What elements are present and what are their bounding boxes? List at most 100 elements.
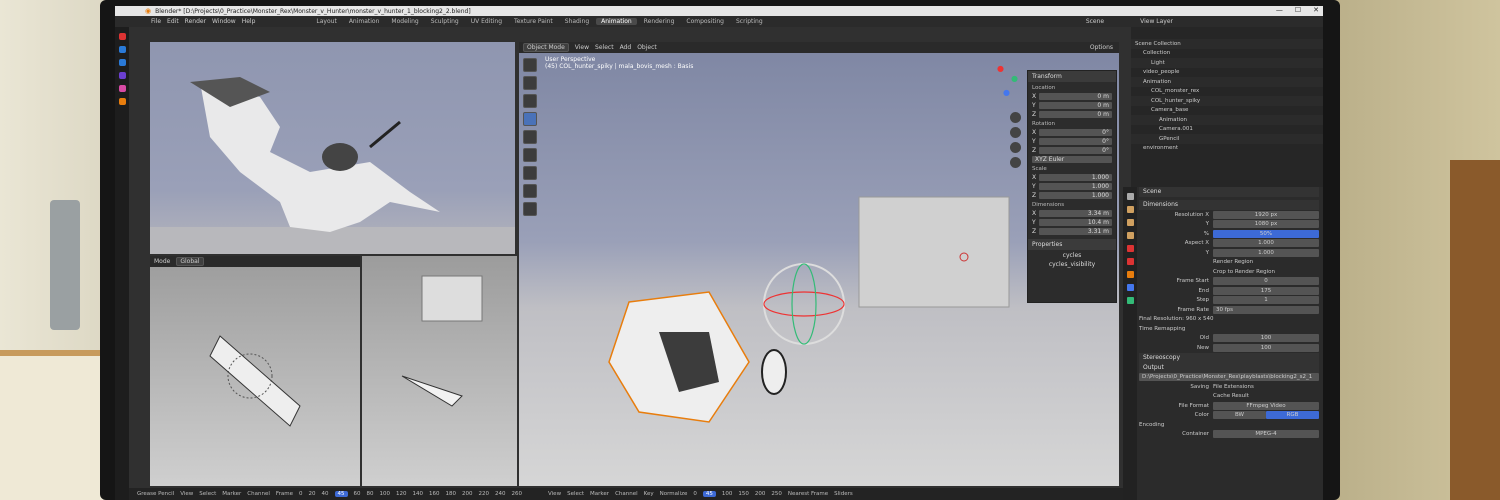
scale-x-field[interactable]: 1.000 [1039,173,1112,181]
outliner-row[interactable]: video_people [1131,68,1323,78]
encoding-panel[interactable]: Encoding [1139,420,1319,430]
cache-result-checkbox[interactable]: Cache Result [1213,393,1249,399]
color-bw-button[interactable]: BW [1213,411,1266,420]
dimensions-panel[interactable]: Dimensions [1139,200,1319,210]
dopesheet-menu-item[interactable]: Marker [590,491,609,497]
tab-layout[interactable]: Layout [311,18,341,25]
timeline-menu-item[interactable]: Channel [247,491,270,497]
view-small-right[interactable] [362,256,517,486]
dopesheet-menu-item[interactable]: Select [567,491,584,497]
outliner-row[interactable]: Camera.001 [1131,125,1323,135]
rot-x-field[interactable]: 0° [1039,128,1112,136]
maximize-button[interactable]: ☐ [1295,6,1301,14]
tab-texture-paint[interactable]: Texture Paint [509,18,558,25]
dopesheet-menu-item[interactable]: Key [644,491,654,497]
outliner-row[interactable]: Camera_base [1131,106,1323,116]
app-icon[interactable] [118,59,126,66]
resolution-y-field[interactable]: 1080 px [1213,220,1319,229]
crop-checkbox[interactable]: Crop to Render Region [1213,269,1275,275]
properties-panel-header[interactable]: Properties [1028,239,1116,250]
container-dropdown[interactable]: MPEG-4 [1213,430,1319,439]
cycles-prop[interactable]: cycles [1063,252,1082,259]
scene-selector[interactable]: Scene [1086,18,1104,25]
tool-tab-icon[interactable] [1126,193,1134,200]
stereoscopy-panel[interactable]: Stereoscopy [1139,352,1319,363]
outliner-row[interactable]: Animation [1131,77,1323,87]
dim-y-field[interactable]: 10.4 m [1038,218,1112,226]
old-field[interactable]: 100 [1213,334,1319,343]
dim-x-field[interactable]: 3.34 m [1039,209,1112,217]
timeline-menu-item[interactable]: Frame [276,491,293,497]
tab-uv-editing[interactable]: UV Editing [466,18,507,25]
outliner-row[interactable]: Animation [1131,115,1323,125]
app-icon[interactable] [118,85,126,92]
tab-animation[interactable]: Animation [344,18,385,25]
outliner-row[interactable]: COL_monster_rex [1131,87,1323,97]
outliner-row[interactable]: environment [1131,144,1323,154]
scale-z-field[interactable]: 1.000 [1039,191,1112,199]
menu-render[interactable]: Render [185,18,206,25]
app-icon[interactable] [118,33,126,40]
new-field[interactable]: 100 [1213,343,1319,352]
frame-rate-dropdown[interactable]: 30 fps [1213,305,1319,314]
dopesheet-menu-item[interactable]: View [548,491,561,497]
view-layer-tab-icon[interactable] [1126,232,1134,239]
scale-y-field[interactable]: 1.000 [1038,182,1112,190]
color-rgb-button[interactable]: RGB [1266,411,1319,420]
timeline-nearest[interactable]: Nearest Frame [788,491,828,497]
menu-file[interactable]: File [151,18,161,25]
menu-window[interactable]: Window [212,18,236,25]
rot-y-field[interactable]: 0° [1038,137,1112,145]
resolution-x-field[interactable]: 1920 px [1213,210,1319,219]
camera-view[interactable] [150,42,515,254]
file-format-dropdown[interactable]: FFmpeg Video [1213,401,1319,410]
view-layer-selector[interactable]: View Layer [1140,18,1173,25]
navigation-gizmo[interactable]: ● ● ● [997,64,1027,104]
frame-start-field[interactable]: 0 [1213,277,1319,286]
minimize-button[interactable]: — [1276,6,1283,14]
frame-end-field[interactable]: 175 [1213,286,1319,295]
tab-modeling[interactable]: Modeling [386,18,423,25]
app-icon[interactable] [118,46,126,53]
timeline-menu-item[interactable]: View [180,491,193,497]
outliner-row[interactable]: Collection [1131,49,1323,59]
close-button[interactable]: ✕ [1313,6,1319,14]
tab-shading[interactable]: Shading [560,18,594,25]
cycles-visibility-prop[interactable]: cycles_visibility [1049,261,1095,268]
outliner-row[interactable]: Light [1131,58,1323,68]
transform-panel-header[interactable]: Transform [1028,71,1116,82]
scene-tab-icon[interactable] [1126,245,1134,252]
timeline-menu-item[interactable]: Grease Pencil [137,491,174,497]
time-remapping-panel[interactable]: Time Remapping [1139,324,1319,334]
loc-y-field[interactable]: 0 m [1038,101,1112,109]
dopesheet-menu-item[interactable]: Channel [615,491,638,497]
rotation-mode-dropdown[interactable]: XYZ Euler [1032,155,1112,163]
loc-x-field[interactable]: 0 m [1039,92,1112,100]
timeline-sliders[interactable]: Sliders [834,491,853,497]
object-tab-icon[interactable] [1126,271,1134,278]
tab-scripting[interactable]: Scripting [731,18,768,25]
resolution-percent-slider[interactable]: 50% [1213,229,1319,238]
grid-icon[interactable] [1010,157,1021,168]
camera-view-icon[interactable] [1010,142,1021,153]
rot-z-field[interactable]: 0° [1039,146,1112,154]
app-icon[interactable] [118,72,126,79]
output-tab-icon[interactable] [1126,219,1134,226]
aspect-y-field[interactable]: 1.000 [1213,248,1319,257]
data-tab-icon[interactable] [1126,297,1134,304]
menu-help[interactable]: Help [242,18,256,25]
dim-z-field[interactable]: 3.31 m [1039,227,1112,235]
tab-compositing[interactable]: Compositing [681,18,729,25]
tab-animation-active[interactable]: Animation [596,18,637,25]
modifier-tab-icon[interactable] [1126,284,1134,291]
outliner-row[interactable]: GPencil [1131,134,1323,144]
tab-rendering[interactable]: Rendering [639,18,680,25]
timeline-menu-item[interactable]: Select [199,491,216,497]
timeline-menu-item[interactable]: Marker [222,491,241,497]
outliner-row[interactable]: Scene Collection [1131,39,1323,49]
hand-pan-icon[interactable] [1010,127,1021,138]
render-tab-icon[interactable] [1126,206,1134,213]
app-icon[interactable] [118,98,126,105]
zoom-icon[interactable] [1010,112,1021,123]
tab-sculpting[interactable]: Sculpting [426,18,464,25]
